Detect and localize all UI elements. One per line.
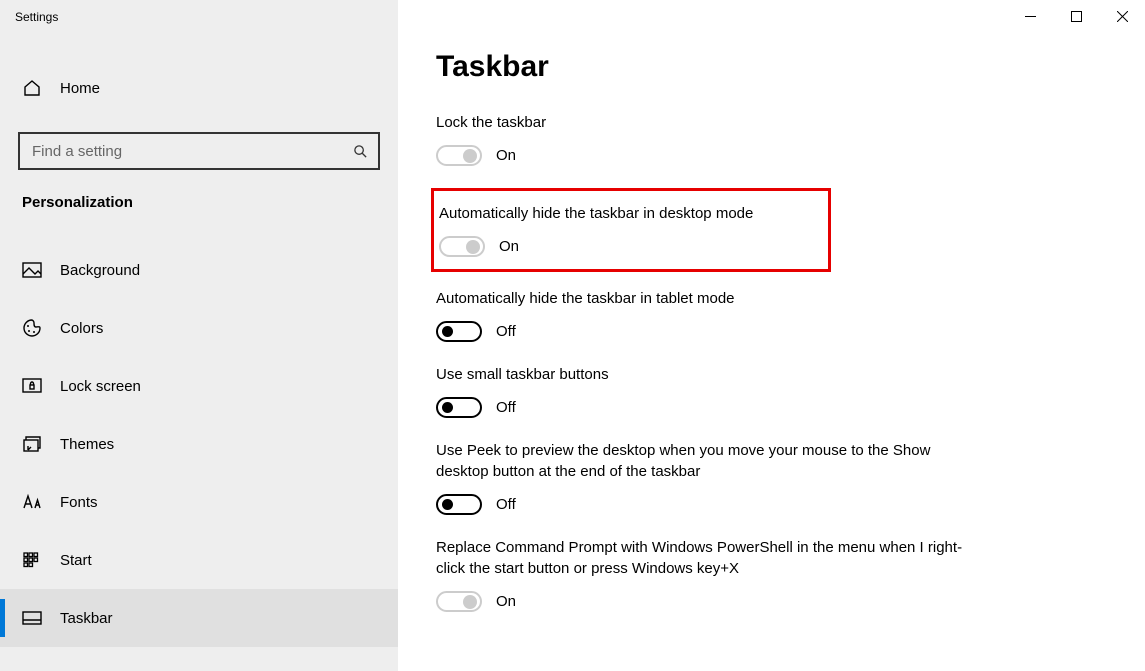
- setting-small-buttons: Use small taskbar buttons Off: [436, 364, 976, 418]
- toggle-state: Off: [496, 496, 516, 513]
- sidebar-item-colors[interactable]: Colors: [0, 299, 398, 357]
- main-content: Taskbar Lock the taskbar On Automaticall…: [398, 0, 1145, 671]
- toggle-small-buttons[interactable]: [436, 397, 482, 418]
- toggle-peek[interactable]: [436, 494, 482, 515]
- sidebar-item-label: Fonts: [60, 494, 98, 511]
- home-label: Home: [60, 80, 100, 97]
- sidebar-item-label: Taskbar: [60, 610, 113, 627]
- setting-label: Automatically hide the taskbar in deskto…: [439, 203, 812, 224]
- sidebar-item-fonts[interactable]: Fonts: [0, 473, 398, 531]
- fonts-icon: [22, 492, 42, 512]
- category-heading: Personalization: [0, 170, 398, 211]
- sidebar-item-label: Start: [60, 552, 92, 569]
- window-controls: [1007, 0, 1145, 32]
- setting-powershell: Replace Command Prompt with Windows Powe…: [436, 537, 976, 612]
- setting-label: Replace Command Prompt with Windows Powe…: [436, 537, 976, 579]
- setting-autohide-desktop: Automatically hide the taskbar in deskto…: [439, 203, 812, 257]
- window-title: Settings: [0, 0, 398, 34]
- toggle-state: Off: [496, 399, 516, 416]
- sidebar-item-start[interactable]: Start: [0, 531, 398, 589]
- setting-label: Use Peek to preview the desktop when you…: [436, 440, 976, 482]
- sidebar-item-themes[interactable]: Themes: [0, 415, 398, 473]
- sidebar-item-label: Colors: [60, 320, 103, 337]
- toggle-powershell[interactable]: [436, 591, 482, 612]
- colors-icon: [22, 318, 42, 338]
- toggle-lock-taskbar[interactable]: [436, 145, 482, 166]
- toggle-state: Off: [496, 323, 516, 340]
- setting-autohide-tablet: Automatically hide the taskbar in tablet…: [436, 288, 976, 342]
- toggle-autohide-desktop[interactable]: [439, 236, 485, 257]
- search-input[interactable]: [32, 143, 353, 160]
- sidebar: Settings Home Personalization Background: [0, 0, 398, 671]
- sidebar-item-background[interactable]: Background: [0, 241, 398, 299]
- sidebar-item-lockscreen[interactable]: Lock screen: [0, 357, 398, 415]
- toggle-autohide-tablet[interactable]: [436, 321, 482, 342]
- toggle-state: On: [496, 593, 516, 610]
- lockscreen-icon: [22, 376, 42, 396]
- toggle-state: On: [499, 238, 519, 255]
- sidebar-item-label: Background: [60, 262, 140, 279]
- maximize-button[interactable]: [1053, 0, 1099, 32]
- minimize-button[interactable]: [1007, 0, 1053, 32]
- background-icon: [22, 260, 42, 280]
- setting-label: Use small taskbar buttons: [436, 364, 976, 385]
- start-icon: [22, 550, 42, 570]
- toggle-state: On: [496, 147, 516, 164]
- sidebar-item-taskbar[interactable]: Taskbar: [0, 589, 398, 647]
- sidebar-item-label: Themes: [60, 436, 114, 453]
- sidebar-item-label: Lock screen: [60, 378, 141, 395]
- home-icon: [22, 78, 42, 98]
- search-icon: [353, 144, 368, 159]
- taskbar-icon: [22, 608, 42, 628]
- setting-lock-taskbar: Lock the taskbar On: [436, 112, 976, 166]
- highlight-annotation: Automatically hide the taskbar in deskto…: [431, 188, 831, 272]
- setting-label: Lock the taskbar: [436, 112, 976, 133]
- themes-icon: [22, 434, 42, 454]
- close-button[interactable]: [1099, 0, 1145, 32]
- search-box[interactable]: [18, 132, 380, 170]
- setting-label: Automatically hide the taskbar in tablet…: [436, 288, 976, 309]
- setting-peek: Use Peek to preview the desktop when you…: [436, 440, 976, 515]
- nav-list: Background Colors Lock screen: [0, 241, 398, 647]
- home-link[interactable]: Home: [0, 66, 398, 110]
- page-title: Taskbar: [436, 50, 1105, 84]
